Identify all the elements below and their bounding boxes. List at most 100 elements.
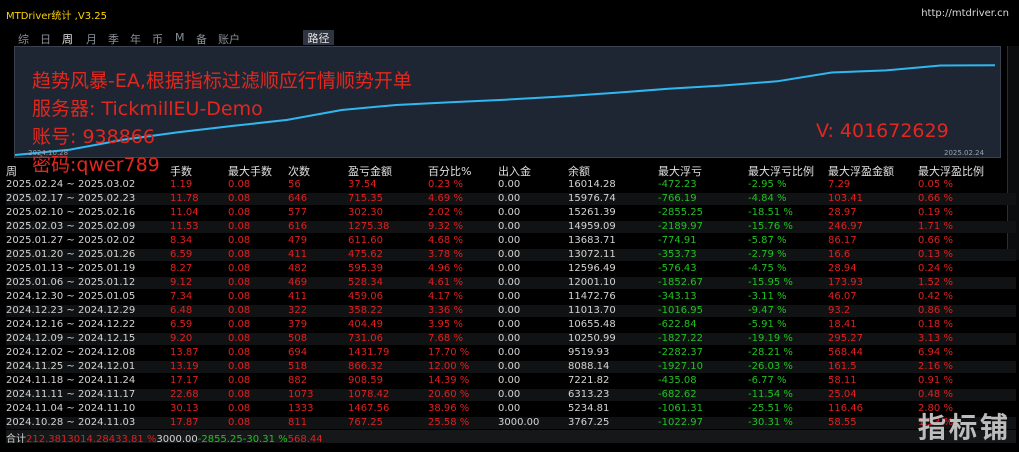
table-cell: 518 — [288, 361, 308, 372]
column-header-3[interactable]: 次数 — [288, 163, 310, 179]
table-cell: 11.78 — [170, 193, 199, 204]
table-cell: 46.07 — [828, 291, 857, 302]
total-cell: 3000.00 — [156, 434, 198, 445]
table-cell: -622.84 — [658, 319, 697, 330]
total-cell: 合计 — [6, 434, 26, 445]
table-row[interactable]: 2025.01.06 ~ 2025.01.12 9.12 0.08 469 528.34… — [6, 277, 1016, 289]
table-cell: 17.87 — [170, 417, 199, 428]
column-header-0[interactable]: 周 — [6, 163, 17, 179]
table-row[interactable]: 2024.11.11 ~ 2024.11.17 22.68 0.08 1073 1078… — [6, 389, 1016, 401]
table-cell: -1852.67 — [658, 277, 703, 288]
tab-4[interactable]: 季 — [108, 31, 119, 47]
table-cell: -1016.95 — [658, 305, 703, 316]
title-bar: MTDriver统计 ,V3.25 http://mtdriver.cn — [0, 6, 1019, 22]
column-header-10[interactable]: 最大浮盈金额 — [828, 163, 894, 179]
table-cell: 18.41 — [828, 319, 857, 330]
table-cell: 1.71 % — [918, 221, 953, 232]
table-row[interactable]: 2024.12.23 ~ 2024.12.29 6.48 0.08 322 358.22… — [6, 305, 1016, 317]
table-cell: 246.97 — [828, 221, 863, 232]
table-cell: 882 — [288, 375, 308, 386]
table-cell: 6.59 — [170, 249, 193, 260]
table-cell: 2025.01.27 ~ 2025.02.02 — [6, 235, 136, 246]
table-cell: -1022.97 — [658, 417, 703, 428]
table-cell: 528.34 — [348, 277, 383, 288]
table-cell: 161.5 — [828, 361, 857, 372]
tab-9[interactable]: 账户 — [218, 31, 240, 47]
table-cell: -5.91 % — [748, 319, 787, 330]
table-row[interactable]: 2025.02.03 ~ 2025.02.09 11.53 0.08 616 1275.… — [6, 221, 1016, 233]
table-cell: 6.48 — [170, 305, 193, 316]
table-row[interactable]: 2025.02.17 ~ 2025.02.23 11.78 0.08 646 715.3… — [6, 193, 1016, 205]
tab-6[interactable]: 币 — [152, 31, 163, 47]
column-header-8[interactable]: 最大浮亏 — [658, 163, 702, 179]
table-cell: -19.19 % — [748, 333, 793, 344]
column-header-11[interactable]: 最大浮盈比例 — [918, 163, 984, 179]
table-cell: 30.13 — [170, 403, 199, 414]
table-cell: 0.66 % — [918, 193, 953, 204]
column-header-9[interactable]: 最大浮亏比例 — [748, 163, 814, 179]
total-cell: 433.81 % — [108, 434, 157, 445]
table-cell: 0.00 — [498, 221, 521, 232]
table-row[interactable]: 2025.02.24 ~ 2025.03.02 1.19 0.08 56 37.54 0.… — [6, 179, 1016, 191]
table-cell: 3.13 % — [918, 333, 953, 344]
column-header-6[interactable]: 出入金 — [498, 163, 531, 179]
table-cell: 12001.10 — [568, 277, 616, 288]
table-row[interactable]: 2024.11.18 ~ 2024.11.24 17.17 0.08 882 908.5… — [6, 375, 1016, 387]
table-cell: -11.54 % — [748, 389, 793, 400]
table-cell: -30.31 % — [748, 417, 793, 428]
route-button[interactable]: 路径 — [303, 30, 334, 45]
table-row[interactable]: 2024.12.09 ~ 2024.12.15 9.20 0.08 508 731.06… — [6, 333, 1016, 345]
table-row[interactable]: 2024.11.04 ~ 2024.11.10 30.13 0.08 1333 1467… — [6, 403, 1016, 415]
tab-2[interactable]: 周 — [62, 31, 73, 47]
column-header-5[interactable]: 百分比% — [428, 163, 471, 179]
table-cell: 16.6 — [828, 249, 851, 260]
column-header-7[interactable]: 余额 — [568, 163, 590, 179]
table-row[interactable]: 2024.12.30 ~ 2025.01.05 7.34 0.08 411 459.06… — [6, 291, 1016, 303]
tab-5[interactable]: 年 — [130, 31, 141, 47]
table-cell: 1333 — [288, 403, 314, 414]
column-header-1[interactable]: 手数 — [170, 163, 192, 179]
table-cell: -1927.10 — [658, 361, 703, 372]
table-cell: 0.00 — [498, 179, 521, 190]
table-cell: 3.78 % — [428, 249, 463, 260]
table-cell: 1467.56 — [348, 403, 390, 414]
table-cell: 2024.12.30 ~ 2025.01.05 — [6, 291, 136, 302]
table-header: 周 手数 最大手数 次数 盈亏金额 百分比% 出入金 余额 最大浮亏 最大浮亏比例 最大浮盈金额 最大… — [6, 163, 1016, 179]
table-cell: 4.68 % — [428, 235, 463, 246]
table-cell: 1275.38 — [348, 221, 390, 232]
table-cell: 9519.93 — [568, 347, 610, 358]
table-cell: 4.69 % — [428, 193, 463, 204]
table-row[interactable]: 2024.10.28 ~ 2024.11.03 17.87 0.08 811 767.2… — [6, 417, 1016, 429]
table-row[interactable]: 2025.02.10 ~ 2025.02.16 11.04 0.08 577 302.3… — [6, 207, 1016, 219]
table-cell: 20.60 % — [428, 389, 470, 400]
table-row[interactable]: 2024.12.16 ~ 2024.12.22 6.59 0.08 379 404.49… — [6, 319, 1016, 331]
tab-0[interactable]: 综 — [18, 31, 29, 47]
table-row[interactable]: 2025.01.13 ~ 2025.01.19 8.27 0.08 482 595.39… — [6, 263, 1016, 275]
table-cell: -18.51 % — [748, 207, 793, 218]
table-cell: 611.60 — [348, 235, 383, 246]
table-row[interactable]: 2024.12.02 ~ 2024.12.08 13.87 0.08 694 1431.… — [6, 347, 1016, 359]
table-cell: 2024.12.09 ~ 2024.12.15 — [6, 333, 136, 344]
table-cell: 0.00 — [498, 375, 521, 386]
tab-7[interactable]: M — [175, 31, 185, 44]
tab-8[interactable]: 备 — [196, 31, 207, 47]
table-cell: 0.00 — [498, 319, 521, 330]
table-cell: 0.00 — [498, 235, 521, 246]
table-cell: 13072.11 — [568, 249, 616, 260]
table-row[interactable]: 2025.01.20 ~ 2025.01.26 6.59 0.08 411 475.62… — [6, 249, 1016, 261]
table-cell: -5.87 % — [748, 235, 787, 246]
table-cell: 3000.00 — [498, 417, 540, 428]
table-row[interactable]: 2025.01.27 ~ 2025.02.02 8.34 0.08 479 611.60… — [6, 235, 1016, 247]
table-cell: -4.84 % — [748, 193, 787, 204]
table-cell: -4.75 % — [748, 263, 787, 274]
table-cell: 5234.81 — [568, 403, 610, 414]
site-link[interactable]: http://mtdriver.cn — [921, 8, 1009, 19]
table-cell: 116.46 — [828, 403, 863, 414]
tab-1[interactable]: 日 — [40, 31, 51, 47]
column-header-2[interactable]: 最大手数 — [228, 163, 272, 179]
table-row[interactable]: 2024.11.25 ~ 2024.12.01 13.19 0.08 518 866.3… — [6, 361, 1016, 373]
tab-3[interactable]: 月 — [86, 31, 97, 47]
total-cell: 212.38 — [26, 434, 61, 445]
table-cell: 2025.02.10 ~ 2025.02.16 — [6, 207, 136, 218]
column-header-4[interactable]: 盈亏金额 — [348, 163, 392, 179]
